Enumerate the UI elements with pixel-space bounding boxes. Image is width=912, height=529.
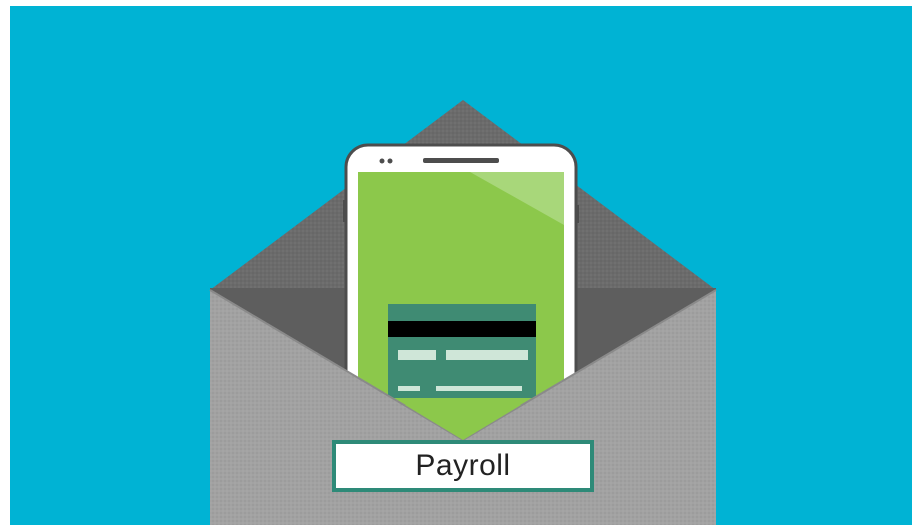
credit-card-icon — [388, 304, 536, 398]
payroll-label-text: Payroll — [415, 449, 511, 482]
phone-speaker — [423, 158, 499, 163]
payroll-label: Payroll — [332, 440, 594, 492]
payroll-illustration: Payroll — [0, 0, 912, 529]
card-magnetic-stripe — [388, 321, 536, 337]
